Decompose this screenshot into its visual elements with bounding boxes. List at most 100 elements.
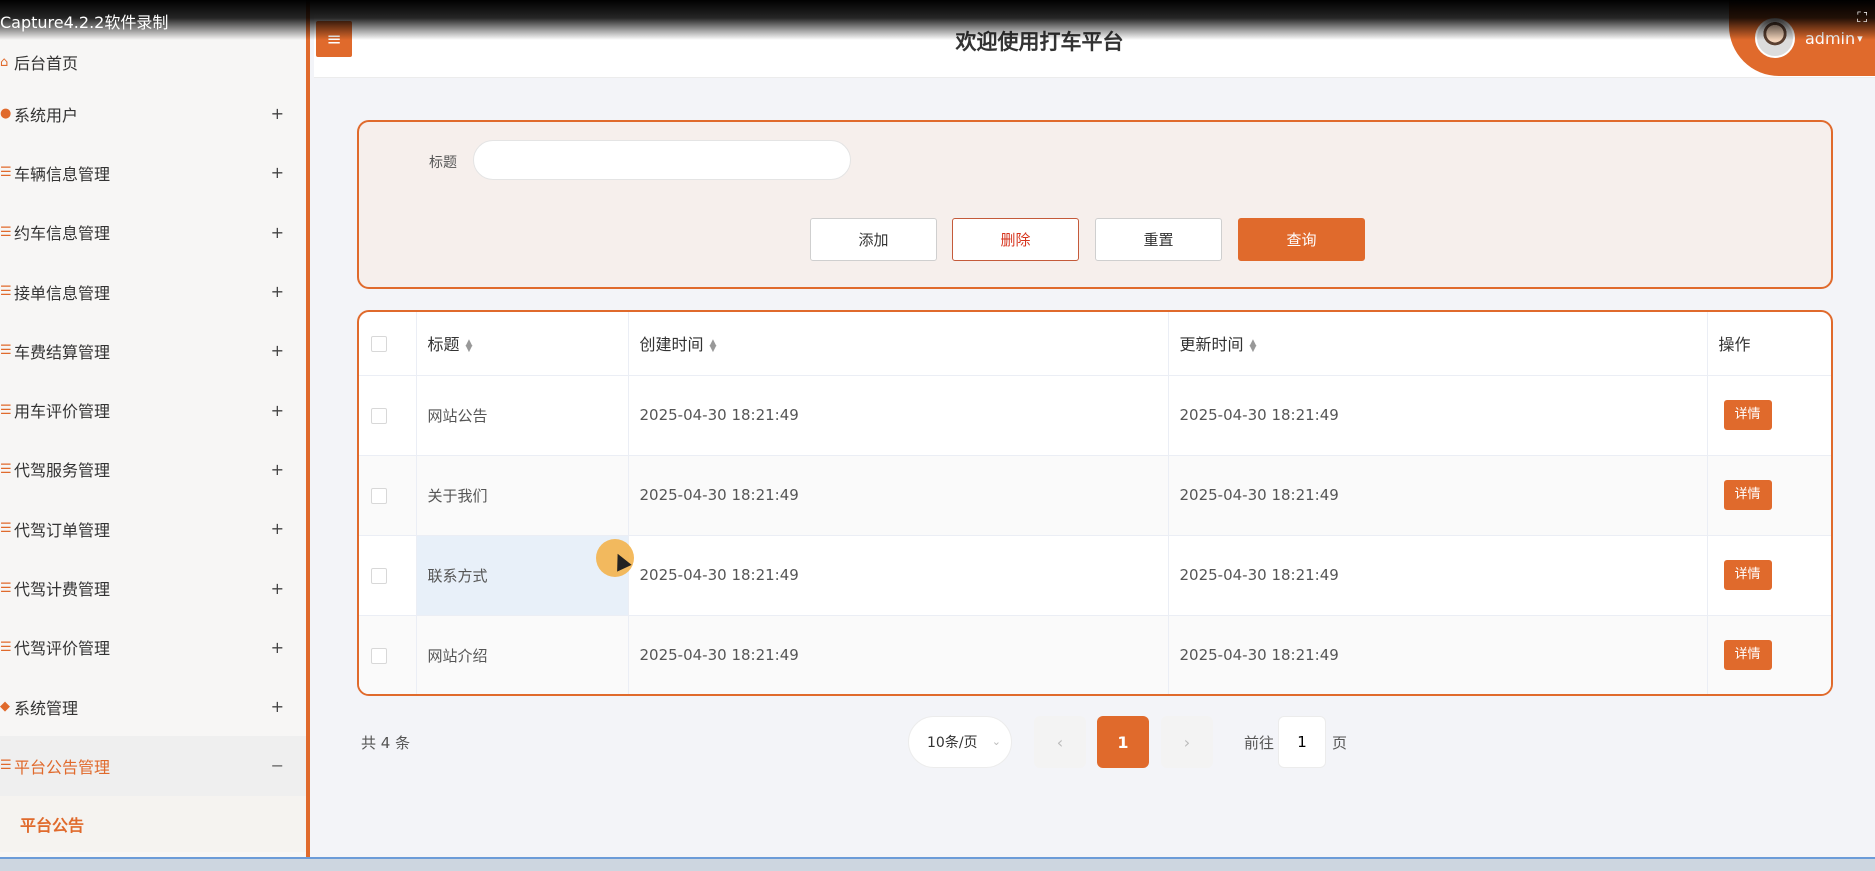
cell-updated: 2025-04-30 18:21:49 <box>1168 535 1708 616</box>
taskbar <box>0 857 1875 871</box>
avatar[interactable] <box>1755 18 1795 58</box>
column-header-updated[interactable]: 更新时间 ▲ ▼ <box>1168 312 1708 376</box>
sidebar: ⌂ 后台首页 ● 系统用户 + ☰ 车辆信息管理 + ☰ 约车信息管理 + ☰ … <box>0 0 310 871</box>
sidebar-item-label: 系统用户 <box>14 105 79 125</box>
column-header-title[interactable]: 标题 ▲ ▼ <box>416 312 629 376</box>
expand-icon[interactable]: + <box>271 223 284 242</box>
sort-icon[interactable]: ▲ ▼ <box>1250 338 1257 353</box>
sidebar-item-ride-review[interactable]: ☰ 用车评价管理 + <box>0 380 306 439</box>
expand-icon[interactable]: + <box>271 163 284 182</box>
cell-title: 网站公告 <box>416 375 629 456</box>
cell-updated: 2025-04-30 18:21:49 <box>1168 375 1708 456</box>
cell-updated: 2025-04-30 18:21:49 <box>1168 615 1708 694</box>
search-panel: 标题 添加 删除 重置 查询 <box>357 120 1833 289</box>
chevron-down-icon[interactable]: ▾ <box>1857 32 1863 45</box>
column-updated-label: 更新时间 <box>1179 335 1244 355</box>
cell-created: 2025-04-30 18:21:49 <box>628 455 1169 536</box>
list-icon: ☰ <box>0 521 12 537</box>
detail-button[interactable]: 详情 <box>1723 640 1772 671</box>
expand-icon[interactable]: + <box>271 282 284 301</box>
sidebar-item-system-users[interactable]: ● 系统用户 + <box>0 84 306 143</box>
expand-icon[interactable]: + <box>271 460 284 479</box>
chevron-down-icon: ⌄ <box>991 735 1001 748</box>
expand-icon[interactable]: + <box>271 697 284 716</box>
fullscreen-icon[interactable]: ⛶ <box>1857 10 1867 26</box>
sidebar-subitem-announcement[interactable]: 平台公告 <box>0 795 306 852</box>
list-icon: ☰ <box>0 402 12 418</box>
row-checkbox[interactable] <box>371 567 387 584</box>
sidebar-item-label: 代驾计费管理 <box>14 580 111 600</box>
list-icon: ☰ <box>0 284 12 300</box>
expand-icon[interactable]: + <box>271 638 284 657</box>
list-icon: ☰ <box>0 758 12 774</box>
detail-button[interactable]: 详情 <box>1723 480 1772 510</box>
row-select-cell <box>359 535 417 616</box>
sidebar-item-label: 约车信息管理 <box>14 224 111 244</box>
sidebar-item-driver-orders[interactable]: ☰ 代驾订单管理 + <box>0 499 306 558</box>
cell-actions: 详情 <box>1707 375 1831 456</box>
sidebar-item-label: 车费结算管理 <box>14 342 111 362</box>
top-header: ≡ 欢迎使用打车平台 admin ▾ <box>314 0 1875 78</box>
sidebar-item-label: 系统管理 <box>14 698 79 718</box>
sidebar-item-fare-settlement[interactable]: ☰ 车费结算管理 + <box>0 321 306 380</box>
table-row: 网站介绍 2025-04-30 18:21:49 2025-04-30 18:2… <box>359 615 1831 694</box>
select-all-cell <box>359 312 417 376</box>
expand-icon[interactable]: + <box>271 579 284 598</box>
collapse-icon[interactable]: − <box>271 756 284 775</box>
goto-unit: 页 <box>1332 734 1348 752</box>
sort-icon[interactable]: ▲ ▼ <box>710 338 717 353</box>
sort-icon[interactable]: ▲ ▼ <box>466 338 473 353</box>
cell-updated: 2025-04-30 18:21:49 <box>1168 455 1708 536</box>
query-button[interactable]: 查询 <box>1238 218 1365 261</box>
list-icon: ☰ <box>0 580 12 596</box>
sidebar-item-label: 代驾订单管理 <box>14 520 111 540</box>
sidebar-item-driver-review[interactable]: ☰ 代驾评价管理 + <box>0 618 306 677</box>
gear-icon: ◆ <box>0 699 10 715</box>
page-size-select[interactable]: 10条/页 ⌄ <box>908 716 1012 768</box>
cell-title: 联系方式 <box>416 535 629 616</box>
expand-icon[interactable]: + <box>271 519 284 538</box>
column-created-label: 创建时间 <box>639 335 704 355</box>
goto-page-input[interactable] <box>1278 716 1326 768</box>
user-menu[interactable]: admin ▾ <box>1729 0 1875 76</box>
search-input[interactable] <box>473 140 851 180</box>
cell-actions: 详情 <box>1707 615 1831 694</box>
sidebar-item-booking-info[interactable]: ☰ 约车信息管理 + <box>0 203 306 262</box>
sidebar-item-driver-service[interactable]: ☰ 代驾服务管理 + <box>0 440 306 499</box>
sidebar-item-announcement-manage[interactable]: ☰ 平台公告管理 − <box>0 736 306 796</box>
prev-page-button[interactable]: ‹ <box>1034 716 1086 768</box>
detail-button[interactable]: 详情 <box>1723 400 1772 430</box>
select-all-checkbox[interactable] <box>371 336 387 353</box>
page-number-button[interactable]: 1 <box>1097 716 1149 768</box>
list-icon: ☰ <box>0 343 12 359</box>
recorder-label: Capture4.2.2软件录制 <box>0 13 169 32</box>
row-checkbox[interactable] <box>371 647 387 664</box>
list-icon: ☰ <box>0 165 12 181</box>
search-label: 标题 <box>429 155 457 171</box>
expand-icon[interactable]: + <box>271 341 284 360</box>
row-select-cell <box>359 615 417 694</box>
sidebar-item-driver-billing[interactable]: ☰ 代驾计费管理 + <box>0 558 306 617</box>
sidebar-item-label: 后台首页 <box>14 54 79 73</box>
sidebar-item-label: 车辆信息管理 <box>14 164 111 184</box>
sidebar-item-order-accept[interactable]: ☰ 接单信息管理 + <box>0 262 306 321</box>
next-page-button[interactable]: › <box>1161 716 1213 768</box>
reset-button[interactable]: 重置 <box>1095 218 1222 261</box>
row-checkbox[interactable] <box>371 407 387 424</box>
expand-icon[interactable]: + <box>271 401 284 420</box>
list-icon: ☰ <box>0 461 12 477</box>
expand-icon[interactable]: + <box>271 104 284 123</box>
sidebar-item-system-manage[interactable]: ◆ 系统管理 + <box>0 677 306 736</box>
detail-button[interactable]: 详情 <box>1723 560 1772 590</box>
sidebar-item-home[interactable]: ⌂ 后台首页 <box>0 40 306 84</box>
delete-button[interactable]: 删除 <box>952 218 1079 261</box>
cell-created: 2025-04-30 18:21:49 <box>628 615 1169 694</box>
table-row: 关于我们 2025-04-30 18:21:49 2025-04-30 18:2… <box>359 455 1831 536</box>
sidebar-item-vehicle-info[interactable]: ☰ 车辆信息管理 + <box>0 143 306 202</box>
user-name[interactable]: admin <box>1805 29 1855 48</box>
row-checkbox[interactable] <box>371 487 387 504</box>
cell-created: 2025-04-30 18:21:49 <box>628 535 1169 616</box>
column-header-actions: 操作 <box>1707 312 1831 376</box>
add-button[interactable]: 添加 <box>810 218 937 261</box>
column-header-created[interactable]: 创建时间 ▲ ▼ <box>628 312 1169 376</box>
